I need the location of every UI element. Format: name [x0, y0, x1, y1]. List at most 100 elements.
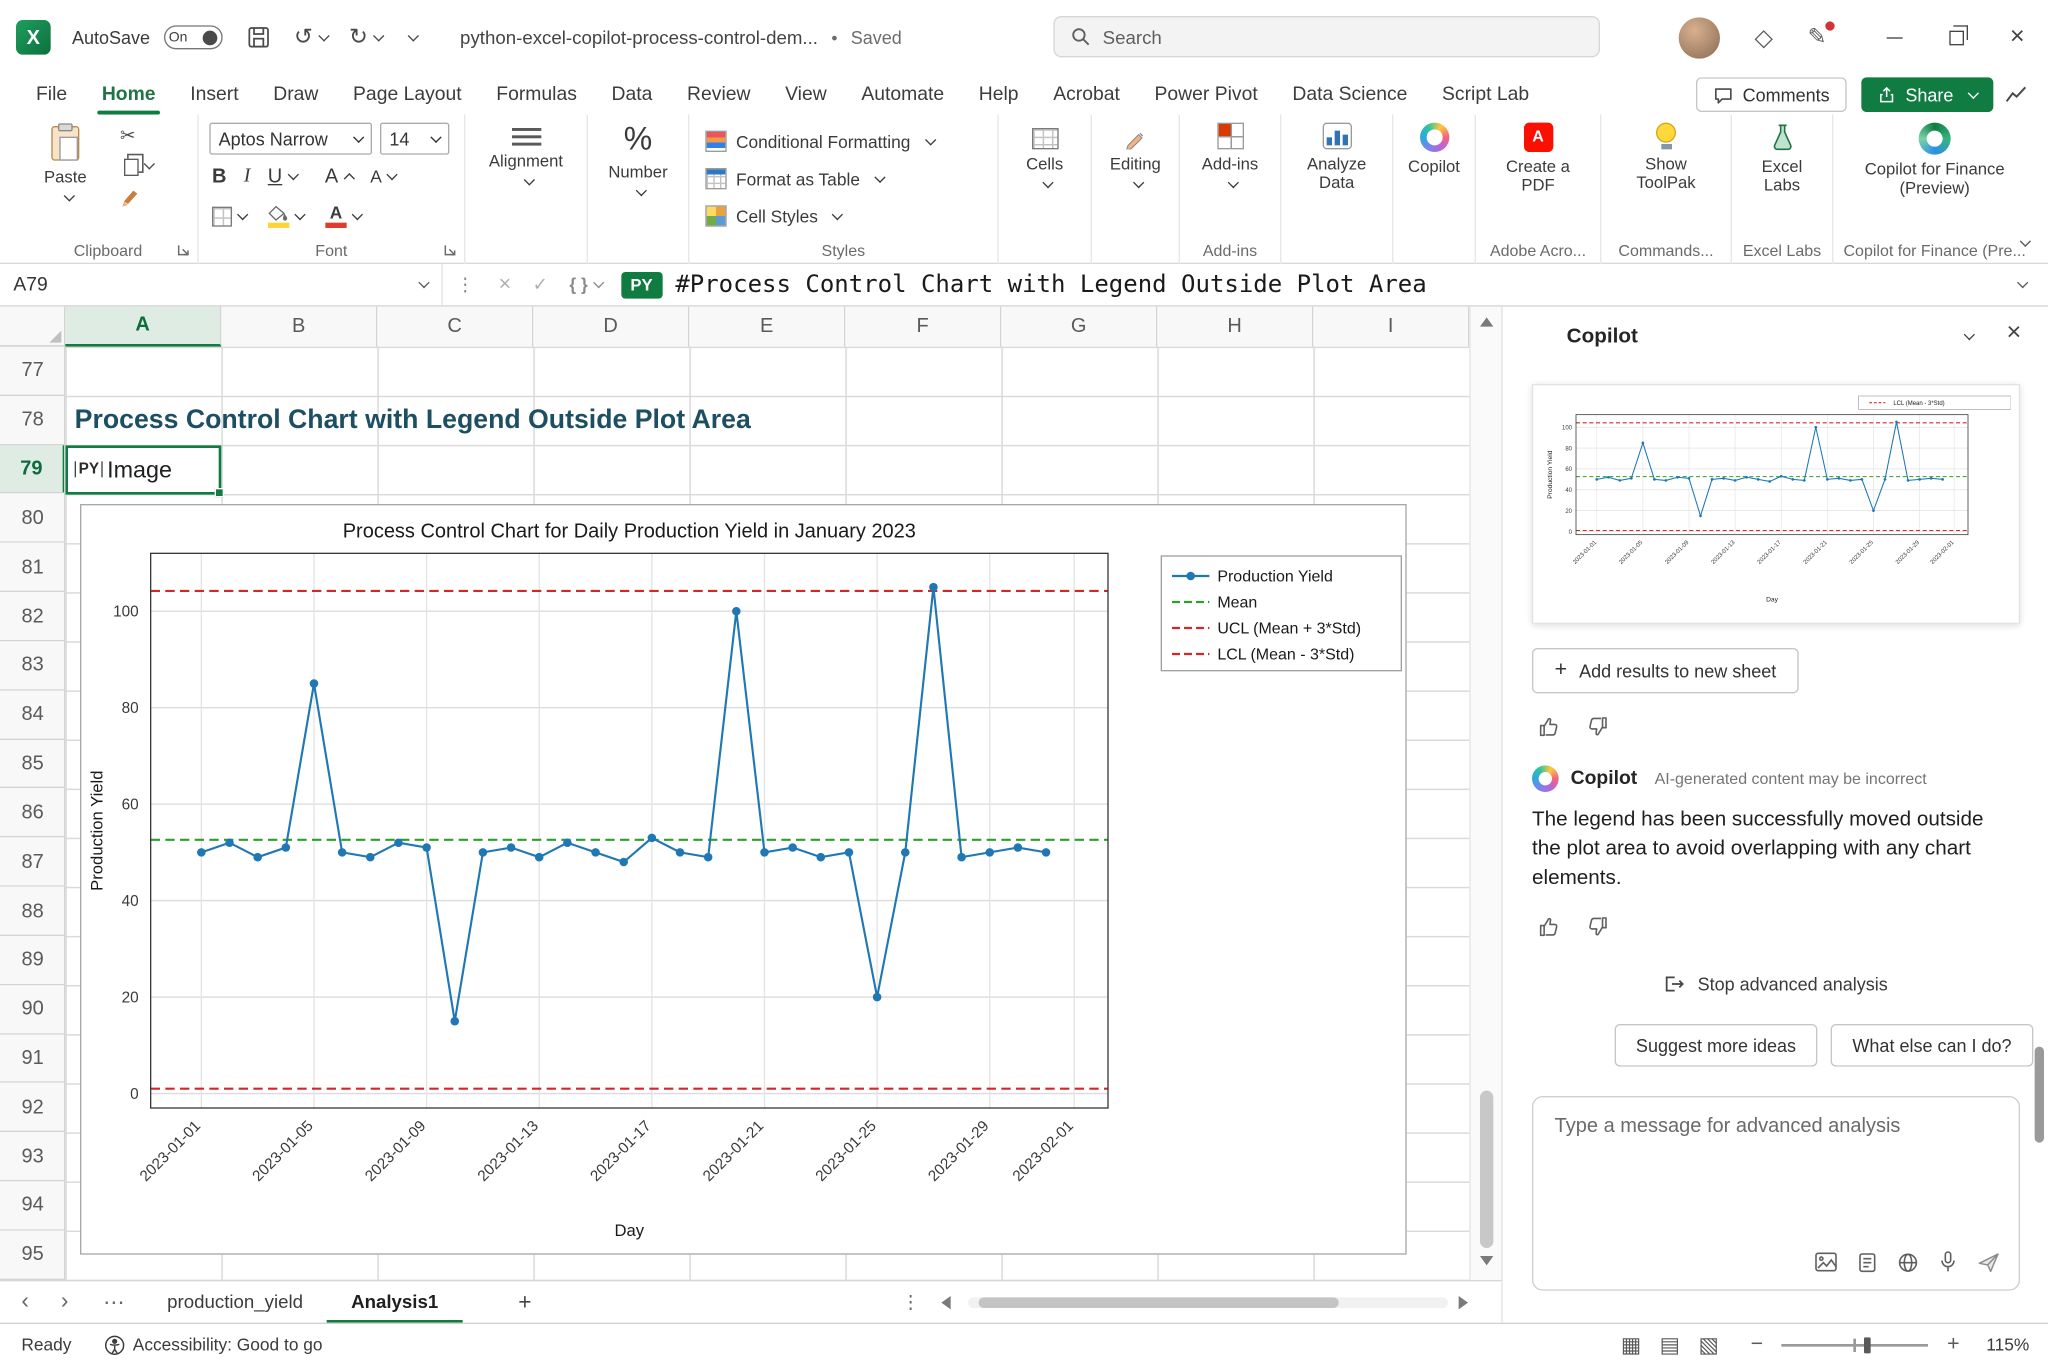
sheet-title-cell[interactable]: Process Control Chart with Legend Outsid… — [75, 396, 751, 445]
row-header-78[interactable]: 78 — [0, 396, 65, 445]
row-header-94[interactable]: 94 — [0, 1181, 65, 1230]
column-header-I[interactable]: I — [1313, 306, 1469, 346]
analyze-data-button[interactable]: Analyze Data — [1294, 123, 1379, 193]
column-header-F[interactable]: F — [845, 306, 1001, 346]
feedback-pencil-icon[interactable]: ✎ — [1808, 24, 1827, 51]
search-box[interactable]: Search — [1053, 16, 1600, 57]
copilot-button[interactable]: Copilot — [1397, 123, 1472, 177]
globe-icon[interactable] — [1897, 1251, 1918, 1272]
font-size-select[interactable]: 14 — [380, 123, 449, 155]
tab-file[interactable]: File — [19, 75, 85, 115]
editing-button[interactable]: Editing — [1097, 128, 1174, 191]
row-header-79[interactable]: 79 — [0, 445, 65, 494]
show-toolpak-button[interactable]: Show ToolPak — [1623, 123, 1708, 193]
vertical-scrollbar[interactable] — [1469, 307, 1501, 1280]
column-header-C[interactable]: C — [377, 306, 533, 346]
fill-handle[interactable] — [215, 487, 224, 496]
restore-button[interactable] — [1925, 0, 1986, 75]
selected-cell-a79[interactable]: PY Image — [65, 445, 221, 494]
tab-draw[interactable]: Draw — [256, 75, 336, 115]
saved-status[interactable]: Saved — [851, 27, 902, 47]
tab-data-science[interactable]: Data Science — [1275, 75, 1425, 115]
production-control-chart[interactable]: 0204060801002023-01-012023-01-052023-01-… — [80, 504, 1407, 1255]
bold-button[interactable]: B — [212, 165, 226, 188]
share-button[interactable]: Share — [1861, 77, 1993, 112]
add-results-button[interactable]: + Add results to new sheet — [1532, 648, 1799, 693]
new-sheet-button[interactable]: + — [500, 1289, 551, 1316]
undo-button[interactable]: ↺ — [294, 24, 328, 51]
copilot-pane-collapse-icon[interactable] — [1964, 329, 1975, 340]
stop-analysis-button[interactable]: Stop advanced analysis — [1503, 973, 2048, 994]
scroll-down-icon[interactable] — [1480, 1256, 1493, 1265]
prev-sheet-icon[interactable]: ‹ — [0, 1287, 45, 1318]
suggest-more-ideas-button[interactable]: Suggest more ideas — [1615, 1024, 1818, 1067]
copilot-input[interactable]: Type a message for advanced analysis — [1532, 1096, 2020, 1291]
insert-function-button[interactable]: { } — [559, 275, 613, 295]
copy-button[interactable] — [120, 155, 153, 176]
zoom-out-button[interactable]: − — [1751, 1333, 1763, 1357]
addins-button[interactable]: Add-ins — [1187, 123, 1272, 191]
tab-home[interactable]: Home — [84, 75, 172, 115]
row-header-95[interactable]: 95 — [0, 1231, 65, 1280]
paste-button[interactable]: Paste — [29, 123, 101, 205]
what-else-button[interactable]: What else can I do? — [1831, 1024, 2034, 1067]
thumbs-up-icon[interactable] — [1537, 915, 1561, 939]
accessibility-status[interactable]: Accessibility: Good to go — [133, 1335, 323, 1355]
sheet-tab-production-yield[interactable]: production_yield — [143, 1281, 327, 1324]
horizontal-scrollbar[interactable] — [968, 1297, 1448, 1308]
tab-data[interactable]: Data — [594, 75, 670, 115]
activity-chart-icon[interactable] — [2005, 84, 2028, 105]
row-header-87[interactable]: 87 — [0, 838, 65, 887]
row-header-88[interactable]: 88 — [0, 887, 65, 936]
row-header-80[interactable]: 80 — [0, 494, 65, 543]
conditional-formatting-button[interactable]: Conditional Formatting — [705, 125, 934, 157]
tab-script-lab[interactable]: Script Lab — [1425, 75, 1547, 115]
thumbs-up-icon[interactable] — [1537, 715, 1561, 739]
document-title[interactable]: python-excel-copilot-process-control-dem… — [460, 27, 818, 48]
tab-power-pivot[interactable]: Power Pivot — [1137, 75, 1275, 115]
cells-button[interactable]: Cells — [1005, 128, 1085, 191]
scroll-up-icon[interactable] — [1480, 317, 1493, 326]
normal-view-icon[interactable]: ▦ — [1621, 1331, 1641, 1358]
thumbs-down-icon[interactable] — [1585, 715, 1609, 739]
row-header-83[interactable]: 83 — [0, 641, 65, 690]
thumbs-down-icon[interactable] — [1585, 915, 1609, 939]
all-sheets-icon[interactable]: ⋯ — [84, 1289, 143, 1316]
save-icon[interactable] — [246, 25, 270, 49]
sheet-tab-analysis1[interactable]: Analysis1 — [327, 1281, 462, 1324]
tab-insert[interactable]: Insert — [173, 75, 256, 115]
fill-color-button[interactable] — [268, 205, 304, 228]
page-layout-view-icon[interactable]: ▤ — [1660, 1331, 1680, 1358]
excel-labs-button[interactable]: Excel Labs — [1749, 123, 1816, 196]
cells-area[interactable]: Process Control Chart with Legend Outsid… — [65, 347, 1469, 1280]
shrink-font-button[interactable]: A — [370, 167, 396, 187]
column-header-D[interactable]: D — [533, 306, 689, 346]
cell-styles-button[interactable]: Cell Styles — [705, 200, 842, 232]
page-break-view-icon[interactable]: ▧ — [1699, 1331, 1719, 1358]
redo-button[interactable]: ↻ — [349, 24, 383, 51]
underline-button[interactable]: U — [268, 165, 297, 188]
borders-button[interactable] — [212, 207, 247, 227]
insert-image-icon[interactable] — [1815, 1252, 1838, 1272]
horizontal-scroll-thumb[interactable] — [979, 1297, 1339, 1308]
column-header-G[interactable]: G — [1001, 306, 1157, 346]
alignment-button[interactable]: Alignment — [473, 128, 580, 188]
vertical-scroll-thumb[interactable] — [1480, 1091, 1493, 1248]
tab-review[interactable]: Review — [670, 75, 768, 115]
format-painter-icon[interactable] — [120, 187, 141, 208]
hscroll-left-icon[interactable] — [941, 1296, 950, 1309]
excel-app-icon[interactable]: X — [16, 20, 51, 55]
comments-button[interactable]: Comments — [1696, 77, 1847, 112]
formula-bar-handle-icon[interactable]: ⋮ — [443, 273, 488, 296]
tab-automate[interactable]: Automate — [844, 75, 961, 115]
autosave-toggle[interactable]: On — [163, 25, 222, 49]
font-dialog-launcher[interactable] — [444, 244, 457, 257]
font-name-select[interactable]: Aptos Narrow — [209, 123, 372, 155]
create-pdf-button[interactable]: A Create a PDF — [1491, 123, 1584, 196]
tab-page-layout[interactable]: Page Layout — [336, 75, 479, 115]
grow-font-button[interactable]: A — [325, 165, 353, 188]
row-header-89[interactable]: 89 — [0, 936, 65, 985]
cancel-icon[interactable]: × — [488, 273, 522, 297]
column-header-E[interactable]: E — [689, 306, 845, 346]
rewards-diamond-icon[interactable]: ◇ — [1755, 23, 1773, 51]
